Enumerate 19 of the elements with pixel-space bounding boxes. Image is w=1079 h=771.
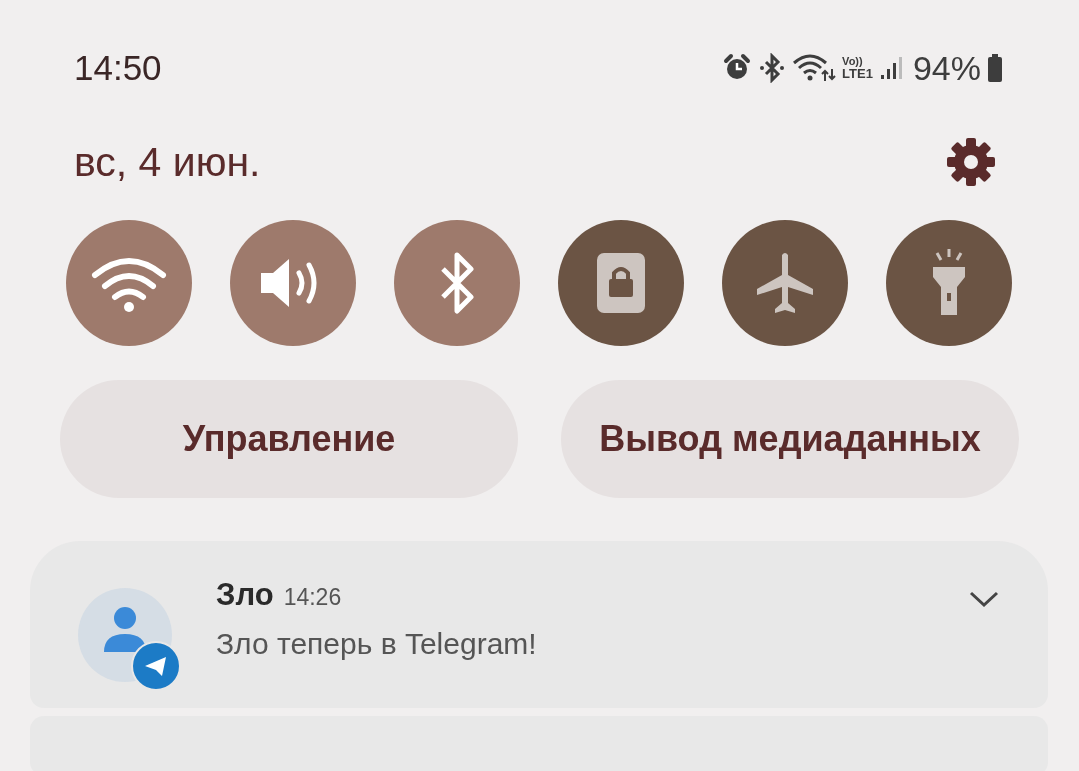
date-label: вс, 4 июн. xyxy=(74,138,261,186)
volte-label: Vo)) xyxy=(842,56,864,67)
notification-message: Зло теперь в Telegram! xyxy=(216,627,537,661)
sender-name: Зло xyxy=(216,577,274,613)
expand-chevron-icon[interactable] xyxy=(968,589,1000,609)
battery-icon xyxy=(987,54,1003,82)
screen-lock-icon xyxy=(595,251,647,315)
clock-time: 14:50 xyxy=(74,48,162,88)
notification-time: 14:26 xyxy=(283,584,342,611)
panel-button[interactable]: Вывод медиаданных xyxy=(561,380,1019,498)
paper-plane-badge-icon xyxy=(131,641,181,691)
notification-card[interactable]: Зло 14:26 Зло теперь в Telegram! xyxy=(30,541,1048,708)
network-type-label: LTE1 xyxy=(842,67,873,80)
settings-icon[interactable] xyxy=(945,136,997,188)
battery-percent: 94% xyxy=(912,48,981,88)
bluetooth-icon xyxy=(758,53,787,83)
panel-button[interactable]: Управление xyxy=(60,380,518,498)
signal-strength-icon xyxy=(878,55,903,81)
wifi-icon xyxy=(792,53,837,83)
